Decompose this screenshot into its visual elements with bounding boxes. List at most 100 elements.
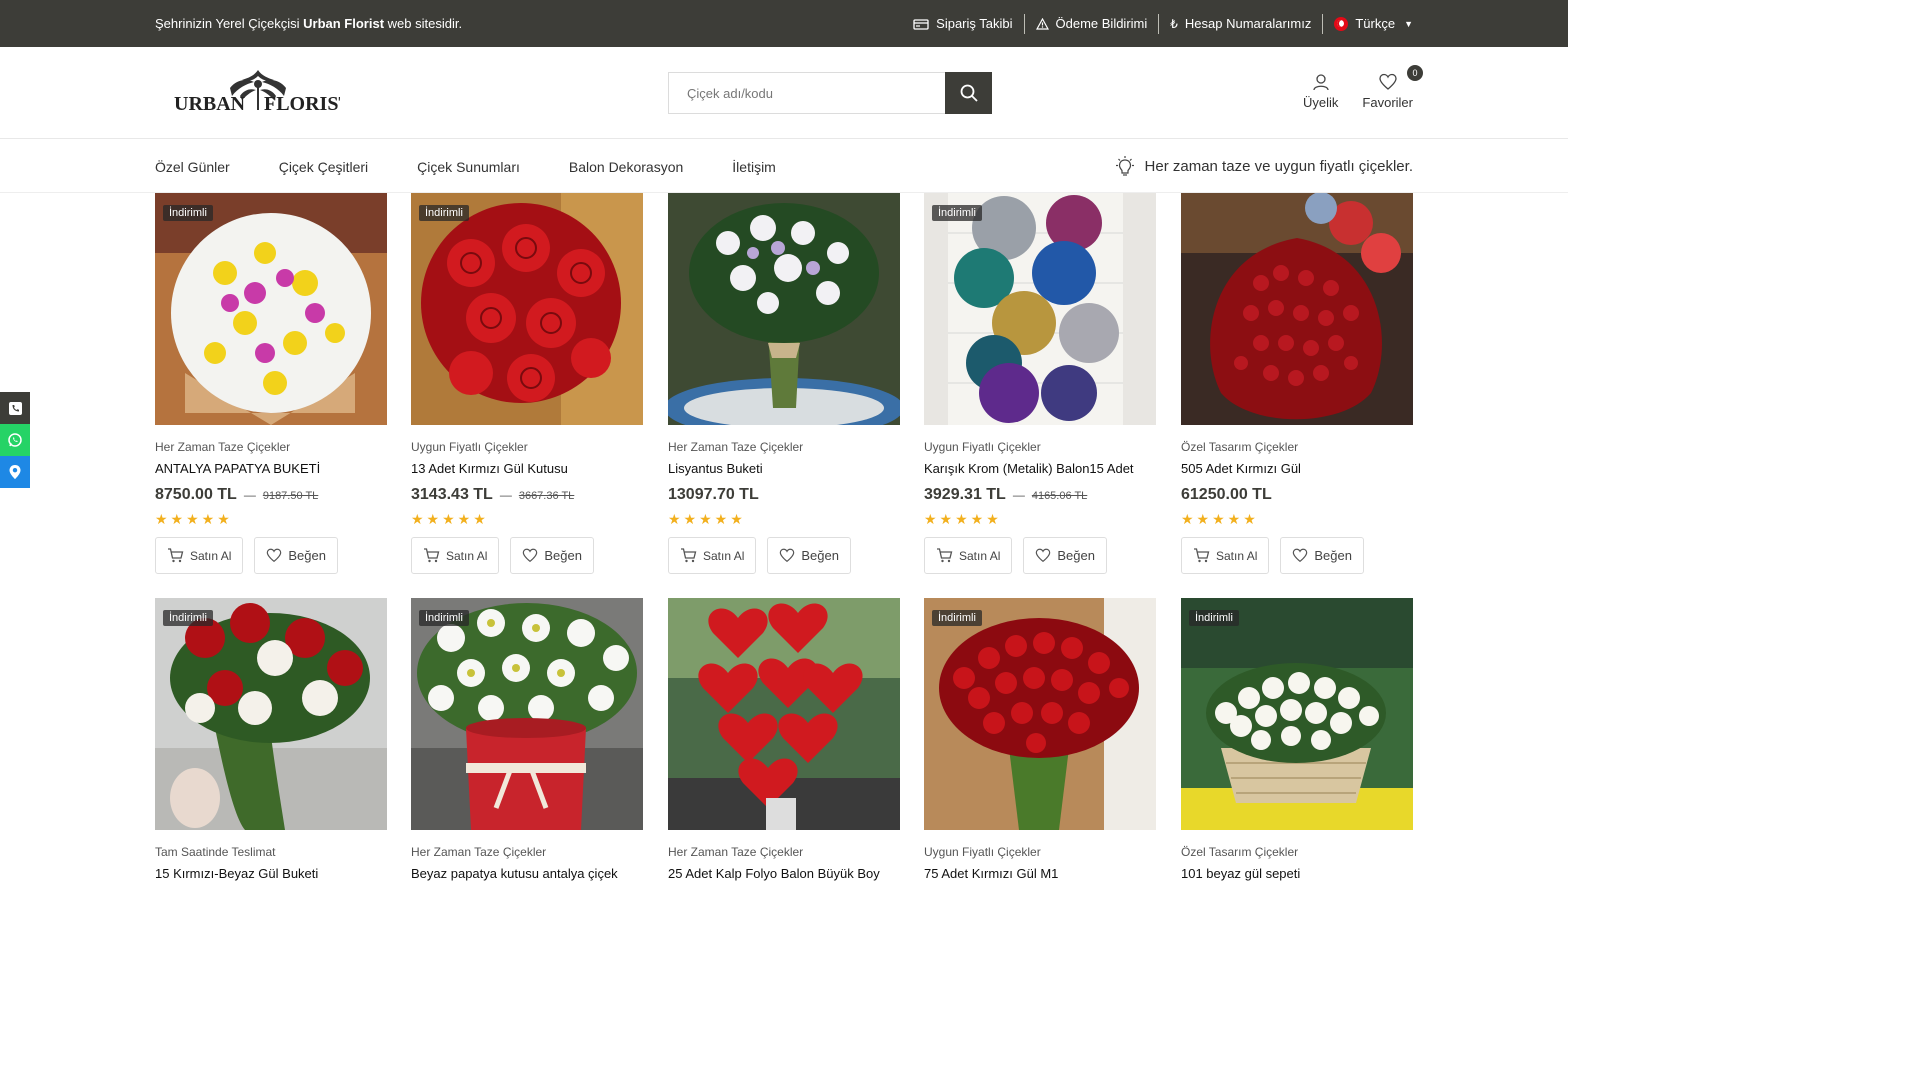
search-button[interactable] xyxy=(945,72,992,114)
svg-text:FLORIST: FLORIST xyxy=(264,93,340,115)
cart-icon xyxy=(681,548,697,563)
search-input[interactable] xyxy=(668,72,945,114)
rating-stars: ★★★★★ xyxy=(924,511,1002,527)
product-category[interactable]: Her Zaman Taze Çiçekler xyxy=(668,440,803,454)
product-category[interactable]: Tam Saatinde Teslimat xyxy=(155,845,276,859)
favorites-button[interactable]: Favoriler 0 xyxy=(1362,65,1423,110)
nav-item-special-days[interactable]: Özel Günler xyxy=(155,159,230,175)
heart-icon xyxy=(1293,548,1308,563)
product-image-white-daisy-box[interactable]: İndirimli xyxy=(411,598,643,830)
truck-card-icon xyxy=(913,18,929,30)
whatsapp-button[interactable] xyxy=(0,424,30,456)
product-category[interactable]: Her Zaman Taze Çiçekler xyxy=(155,440,290,454)
language-selector[interactable]: Türkçe ▼ xyxy=(1323,16,1413,31)
product-image-red-white-roses[interactable]: İndirimli xyxy=(155,598,387,830)
rating-stars: ★★★★★ xyxy=(155,511,233,527)
heart-icon xyxy=(1036,548,1051,563)
product-category[interactable]: Uygun Fiyatlı Çiçekler xyxy=(411,440,528,454)
price-separator: — xyxy=(499,488,512,502)
main-nav: Özel Günler Çiçek Çeşitleri Çiçek Sunuml… xyxy=(0,140,1568,193)
warning-icon xyxy=(1035,17,1049,30)
tagline-text-end: web sitesidir. xyxy=(384,16,463,31)
order-tracking-link[interactable]: Sipariş Takibi xyxy=(902,16,1023,31)
like-button[interactable]: Beğen xyxy=(510,537,594,574)
site-logo[interactable]: URBAN FLORIST xyxy=(170,66,352,120)
product-category[interactable]: Her Zaman Taze Çiçekler xyxy=(411,845,546,859)
payment-notice-link[interactable]: Ödeme Bildirimi xyxy=(1025,16,1159,31)
product-old-price: 9187.50 TL xyxy=(262,490,319,502)
product-category[interactable]: Her Zaman Taze Çiçekler xyxy=(668,845,803,859)
turkey-flag-icon xyxy=(1334,16,1349,31)
product-name[interactable]: 101 beyaz gül sepeti xyxy=(1181,866,1300,881)
phone-button[interactable] xyxy=(0,392,30,424)
bank-accounts-label: Hesap Numaralarımız xyxy=(1184,16,1312,31)
location-button[interactable] xyxy=(0,456,30,488)
cart-icon xyxy=(937,548,953,563)
cart-icon xyxy=(168,548,184,563)
product-image-daisy-bouquet[interactable]: İndirimli xyxy=(155,193,387,425)
buy-button[interactable]: Satın Al xyxy=(411,537,500,574)
like-button[interactable]: Beğen xyxy=(1023,537,1107,574)
product-name[interactable]: 15 Kırmızı-Beyaz Gül Buketi xyxy=(155,866,318,881)
promo-message: Her zaman taze ve uygun fiyatlı çiçekler… xyxy=(1113,155,1413,179)
product-category[interactable]: Özel Tasarım Çiçekler xyxy=(1181,440,1298,454)
product-name[interactable]: 505 Adet Kırmızı Gül xyxy=(1181,461,1301,476)
product-image-chrome-balloons[interactable]: İndirimli xyxy=(924,193,1156,425)
buy-label: Satın Al xyxy=(190,548,232,563)
product-name[interactable]: 75 Adet Kırmızı Gül M1 xyxy=(924,866,1058,881)
nav-item-balloon-decoration[interactable]: Balon Dekorasyon xyxy=(569,159,683,175)
product-price: 13097.70 TL xyxy=(668,486,759,503)
product-image-red-rose-box[interactable]: İndirimli xyxy=(411,193,643,425)
discount-badge: İndirimli xyxy=(932,205,982,221)
product-name[interactable]: Beyaz papatya kutusu antalya çiçek xyxy=(411,866,618,881)
product-name[interactable]: 25 Adet Kalp Folyo Balon Büyük Boy xyxy=(668,866,880,881)
product-name[interactable]: ANTALYA PAPATYA BUKETİ xyxy=(155,461,320,476)
heart-icon xyxy=(1379,73,1397,90)
account-button[interactable]: Üyelik xyxy=(1303,73,1338,110)
rating-stars: ★★★★★ xyxy=(1181,511,1259,527)
site-header: URBAN FLORIST Üyelik Favoriler 0 xyxy=(0,47,1568,139)
like-button[interactable]: Beğen xyxy=(254,537,338,574)
product-image-505-red-roses[interactable] xyxy=(1181,193,1413,425)
product-image-white-rose-basket[interactable]: İndirimli xyxy=(1181,598,1413,830)
product-category[interactable]: Uygun Fiyatlı Çiçekler xyxy=(924,440,1041,454)
product-name[interactable]: Lisyantus Buketi xyxy=(668,461,763,476)
product-image-heart-balloons[interactable] xyxy=(668,598,900,830)
bank-accounts-link[interactable]: ₺ Hesap Numaralarımız xyxy=(1159,16,1322,31)
tagline-text: Şehrinizin Yerel Çiçekçisi xyxy=(155,16,304,31)
heart-icon xyxy=(523,548,538,563)
like-button[interactable]: Beğen xyxy=(1280,537,1364,574)
side-contact-bar xyxy=(0,392,30,488)
product-old-price: 4165.06 TL xyxy=(1031,490,1088,502)
nav-item-flower-types[interactable]: Çiçek Çeşitleri xyxy=(279,159,368,175)
chevron-down-icon: ▼ xyxy=(1404,18,1413,29)
language-label: Türkçe xyxy=(1355,16,1396,31)
phone-icon xyxy=(8,401,22,415)
product-image-lisianthus-bouquet[interactable] xyxy=(668,193,900,425)
discount-badge: İndirimli xyxy=(932,610,982,626)
nav-item-contact[interactable]: İletişim xyxy=(732,159,776,175)
buy-button[interactable]: Satın Al xyxy=(924,537,1013,574)
heart-icon xyxy=(267,548,282,563)
payment-notice-label: Ödeme Bildirimi xyxy=(1055,16,1148,31)
buy-button[interactable]: Satın Al xyxy=(668,537,757,574)
product-name[interactable]: Karışık Krom (Metalik) Balon15 Adet xyxy=(924,461,1134,476)
product-image-75-red-roses[interactable]: İndirimli xyxy=(924,598,1156,830)
product-price: 3143.43 TL xyxy=(411,486,493,503)
cart-icon xyxy=(424,548,440,563)
like-button[interactable]: Beğen xyxy=(767,537,851,574)
buy-button[interactable]: Satın Al xyxy=(155,537,244,574)
like-label: Beğen xyxy=(1314,548,1352,563)
favorites-count-badge: 0 xyxy=(1407,65,1423,81)
lira-icon: ₺ xyxy=(1170,16,1178,31)
product-price: 3929.31 TL xyxy=(924,486,1006,503)
logo-text: URBAN xyxy=(174,93,246,115)
product-category[interactable]: Uygun Fiyatlı Çiçekler xyxy=(924,845,1041,859)
nav-item-presentations[interactable]: Çiçek Sunumları xyxy=(417,159,520,175)
top-bar: Şehrinizin Yerel Çiçekçisi Urban Florist… xyxy=(0,0,1568,47)
product-name[interactable]: 13 Adet Kırmızı Gül Kutusu xyxy=(411,461,568,476)
product-category[interactable]: Özel Tasarım Çiçekler xyxy=(1181,845,1298,859)
price-separator: — xyxy=(243,488,256,502)
site-tagline: Şehrinizin Yerel Çiçekçisi Urban Florist… xyxy=(155,16,462,31)
buy-button[interactable]: Satın Al xyxy=(1181,537,1270,574)
